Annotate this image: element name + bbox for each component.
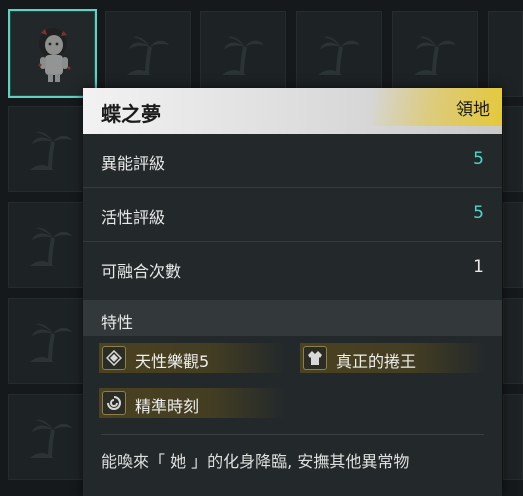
item-detail-card: 蝶之夢 領地 異能評級 5 活性評級 5 可融合次數 1 特性 天性樂觀5 真正… [83,88,502,496]
inventory-slot[interactable] [8,298,94,384]
palm-tree-placeholder-icon [30,131,72,171]
inventory-slot-selected[interactable] [8,9,97,98]
stat-value: 5 [473,203,484,223]
divider [101,434,484,435]
inventory-slot[interactable] [8,106,94,192]
inventory-slot[interactable] [296,11,382,97]
item-description: 能喚來「 她 」的化身降臨, 安撫其他異常物 [101,452,410,471]
doll-item-icon [38,27,70,82]
inventory-slot[interactable] [105,11,191,97]
palm-tree-placeholder-icon [414,36,456,76]
trait-chip[interactable]: 精準時刻 [99,388,285,418]
traits-section-header: 特性 [83,300,502,336]
stat-label: 異能評級 [101,154,166,173]
palm-tree-placeholder-icon [222,36,264,76]
inventory-slot[interactable] [503,202,523,288]
item-type-label: 領地 [456,100,490,120]
inventory-slot[interactable] [488,11,523,97]
stat-label: 活性評級 [101,208,166,227]
inventory-slot[interactable] [392,11,478,97]
inventory-slot[interactable] [503,298,523,384]
stat-row-fusion-count: 可融合次數 1 [83,242,502,296]
item-title: 蝶之夢 [101,102,161,126]
inventory-slot[interactable] [503,394,523,480]
jacket-icon [303,346,327,370]
palm-tree-placeholder-icon [30,227,72,267]
item-type-tag: 領地 [372,88,502,126]
palm-tree-placeholder-icon [318,36,360,76]
traits-heading: 特性 [101,313,134,332]
trait-chip[interactable]: 天性樂觀5 [99,343,285,373]
palm-tree-placeholder-icon [30,419,72,459]
trait-label: 天性樂觀5 [135,352,210,371]
diamond-icon [102,346,126,370]
palm-tree-placeholder-icon [127,36,169,76]
card-header: 蝶之夢 領地 [83,88,502,134]
inventory-slot[interactable] [8,202,94,288]
palm-tree-placeholder-icon [30,323,72,363]
stat-value: 1 [473,257,484,277]
inventory-slot[interactable] [200,11,286,97]
stat-label: 可融合次數 [101,262,182,281]
trait-chip[interactable]: 真正的捲王 [300,343,486,373]
trait-label: 真正的捲王 [336,352,417,371]
trait-label: 精準時刻 [135,397,200,416]
inventory-slot[interactable] [503,106,523,192]
inventory-slot[interactable] [8,394,94,480]
stat-row-activity-rank: 活性評級 5 [83,188,502,242]
stat-row-ability-rank: 異能評級 5 [83,134,502,188]
stat-value: 5 [473,149,484,169]
swirl-icon [102,391,126,415]
